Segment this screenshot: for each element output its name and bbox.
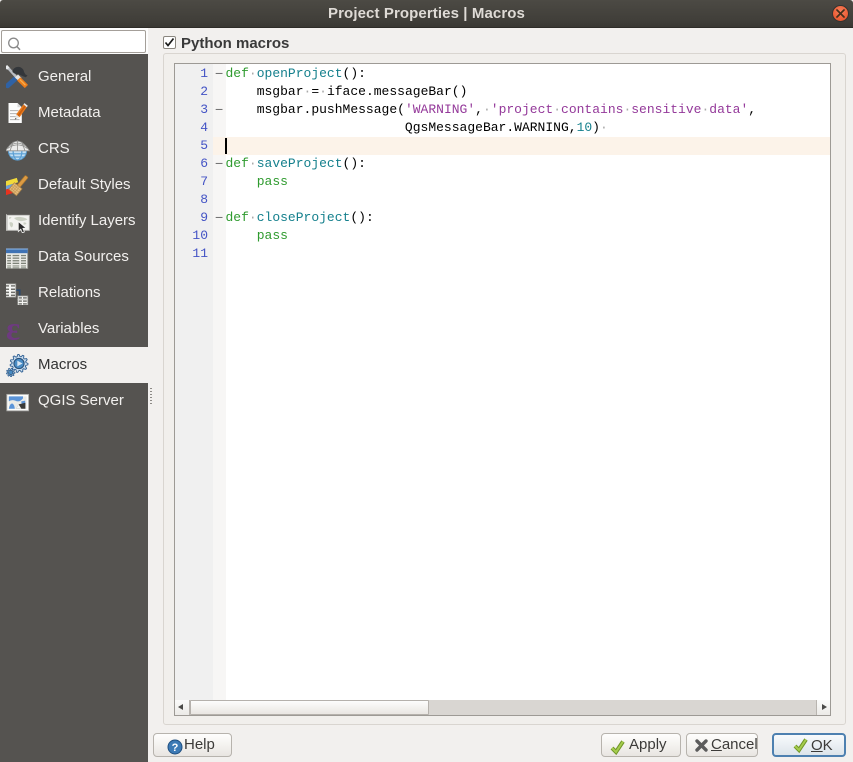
svg-text:?: ? [172, 742, 179, 754]
